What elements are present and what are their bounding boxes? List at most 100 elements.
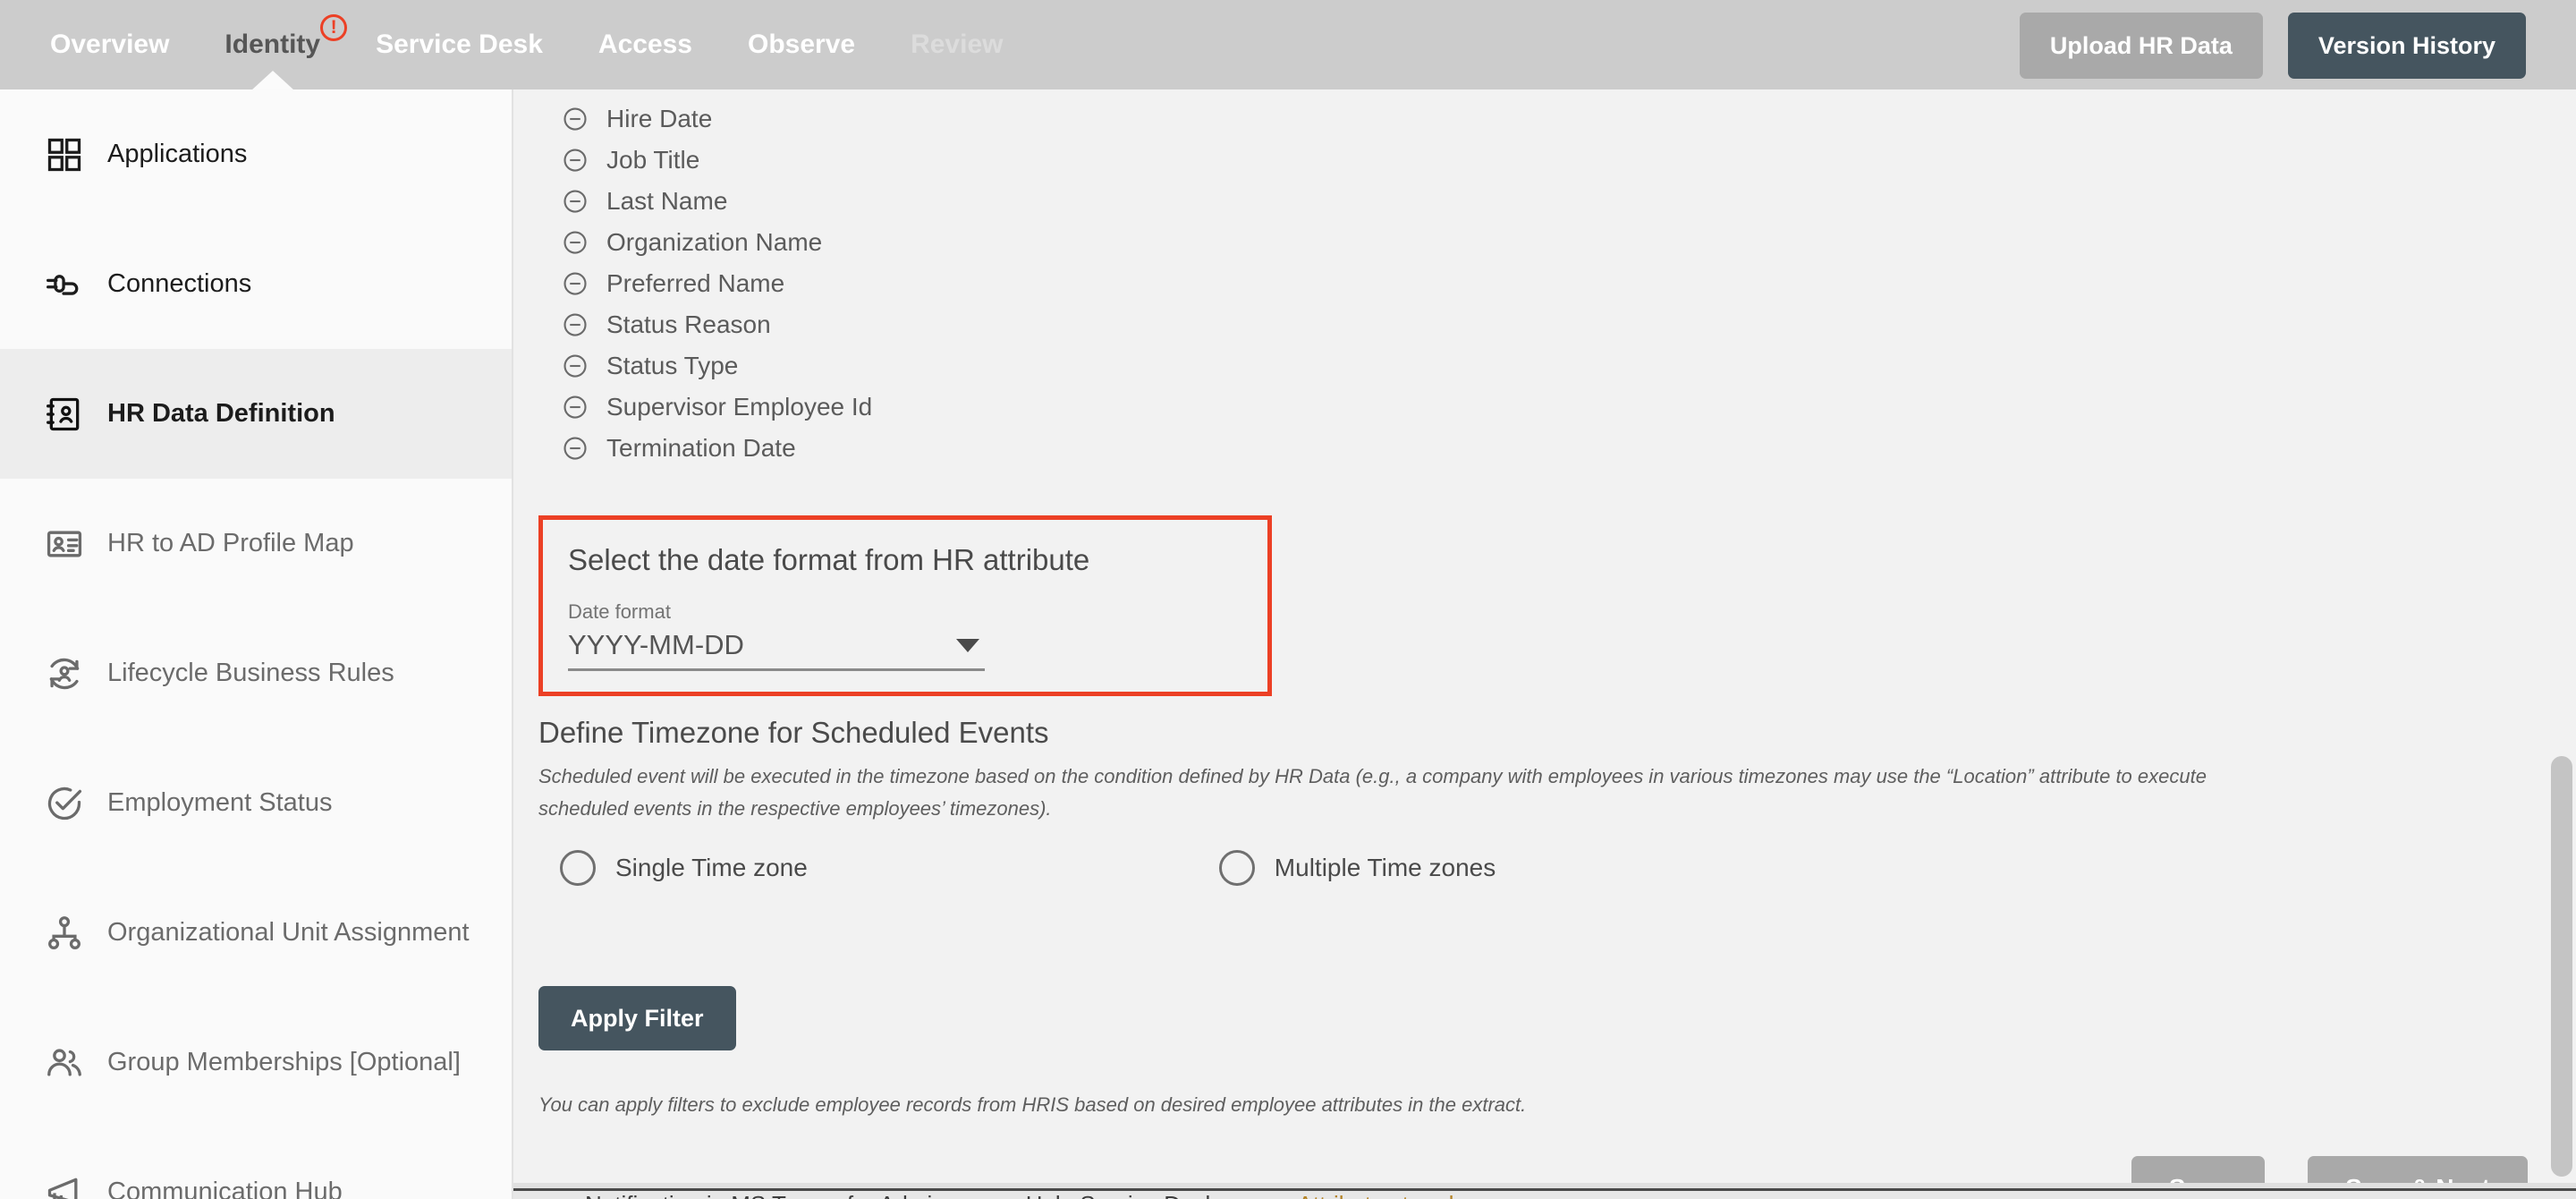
sidebar-navigation: Applications Connections HR Data Definit… <box>0 89 513 1199</box>
remove-circle-icon[interactable] <box>562 270 589 297</box>
id-card-icon <box>45 524 84 564</box>
attribute-label: Preferred Name <box>606 269 785 297</box>
remove-circle-icon[interactable] <box>562 311 589 338</box>
sidebar-item-label: HR to AD Profile Map <box>107 529 354 557</box>
plug-icon <box>45 265 84 304</box>
radio-label: Multiple Time zones <box>1274 854 1496 881</box>
table-cell-attributes: Attributes to advance sam <box>1298 1191 1567 1199</box>
sidebar-item-label: Communication Hub <box>107 1178 343 1199</box>
attribute-label: Job Title <box>606 146 700 174</box>
primary-tabs: Overview Identity ! Service Desk Access … <box>0 0 1058 90</box>
sidebar-item-lifecycle-business-rules[interactable]: Lifecycle Business Rules <box>0 608 512 738</box>
sidebar-item-employment-status[interactable]: Employment Status <box>0 738 512 868</box>
apply-filter-hint: You can apply filters to exclude employe… <box>538 1093 1527 1116</box>
chevron-down-icon[interactable] <box>956 638 979 652</box>
date-format-section-title: Select the date format from HR attribute <box>568 543 1090 576</box>
remove-circle-icon[interactable] <box>562 353 589 379</box>
date-format-selected-value: YYYY-MM-DD <box>568 629 744 660</box>
radio-single-time-zone[interactable]: Single Time zone <box>560 850 808 886</box>
sidebar-item-label: Employment Status <box>107 788 333 817</box>
sidebar-item-label: Connections <box>107 269 252 298</box>
check-circle-icon <box>45 784 84 823</box>
sidebar-item-hr-data-definition[interactable]: HR Data Definition <box>0 349 512 479</box>
main-content-panel: Hire Date Job Title Last Name Organizati… <box>513 89 2576 1199</box>
tab-overview[interactable]: Overview <box>50 0 169 89</box>
tab-identity[interactable]: Identity ! <box>225 0 348 90</box>
timezone-section-description: Scheduled event will be executed in the … <box>538 765 2207 820</box>
list-item[interactable]: Termination Date <box>562 428 872 469</box>
date-format-field: Date format YYYY-MM-DD <box>543 577 1267 671</box>
main-scrollbar-thumb[interactable] <box>2551 756 2572 1177</box>
apply-filter-button[interactable]: Apply Filter <box>538 986 736 1050</box>
attribute-label: Last Name <box>606 187 728 215</box>
tab-overview-label: Overview <box>50 30 170 59</box>
radio-icon[interactable] <box>1218 850 1255 886</box>
sidebar-item-hr-to-ad-profile-map[interactable]: HR to AD Profile Map <box>0 479 512 608</box>
org-tree-icon <box>45 914 84 953</box>
tab-observe[interactable]: Observe <box>748 0 855 89</box>
tab-review[interactable]: Review <box>911 0 1003 89</box>
attribute-label: Hire Date <box>606 105 713 132</box>
remove-circle-icon[interactable] <box>562 229 589 256</box>
sidebar-item-label: Applications <box>107 140 248 168</box>
tab-service-desk[interactable]: Service Desk <box>376 0 543 89</box>
sidebar-item-label: Organizational Unit Assignment <box>107 918 470 947</box>
attribute-label: Status Type <box>606 352 739 379</box>
sidebar-item-organizational-unit-assignment[interactable]: Organizational Unit Assignment <box>0 868 512 998</box>
radio-multiple-time-zones[interactable]: Multiple Time zones <box>1218 850 1496 886</box>
active-tab-pointer-icon <box>250 71 294 90</box>
list-item[interactable]: Job Title <box>562 140 872 181</box>
date-format-highlight-box: Select the date format from HR attribute… <box>538 515 1272 696</box>
tab-access[interactable]: Access <box>598 0 692 89</box>
sidebar-item-applications[interactable]: Applications <box>0 89 512 219</box>
timezone-section-title: Define Timezone for Scheduled Events <box>538 716 1049 749</box>
sidebar-item-connections[interactable]: Connections <box>0 219 512 349</box>
sidebar-item-group-memberships[interactable]: Group Memberships [Optional] <box>0 998 512 1127</box>
radio-icon[interactable] <box>560 850 596 886</box>
remove-circle-icon[interactable] <box>562 435 589 462</box>
topbar-actions: Upload HR Data Version History <box>2019 13 2526 79</box>
table-row: Notification in MS Teams for Admin Halo … <box>513 1188 2576 1199</box>
attribute-label: Status Reason <box>606 310 771 338</box>
remove-circle-icon[interactable] <box>562 394 589 421</box>
table-cell-notification: Notification in MS Teams for Admin <box>585 1191 945 1199</box>
remove-circle-icon[interactable] <box>562 188 589 215</box>
grid-icon <box>45 135 84 174</box>
hr-attribute-list: Hire Date Job Title Last Name Organizati… <box>562 98 872 469</box>
list-item[interactable]: Preferred Name <box>562 263 872 304</box>
date-format-select[interactable]: YYYY-MM-DD <box>568 629 985 671</box>
top-navigation-bar: Overview Identity ! Service Desk Access … <box>0 0 2576 90</box>
list-item[interactable]: Hire Date <box>562 98 872 140</box>
list-item[interactable]: Last Name <box>562 181 872 222</box>
contact-book-icon <box>45 395 84 434</box>
sidebar-item-label: Group Memberships [Optional] <box>107 1048 461 1076</box>
megaphone-icon <box>45 1173 84 1199</box>
upload-hr-data-button[interactable]: Upload HR Data <box>2019 13 2263 79</box>
version-history-button[interactable]: Version History <box>2287 13 2526 79</box>
table-cell-service-desk: Halo Service Desk <box>1026 1191 1217 1199</box>
attribute-label: Supervisor Employee Id <box>606 393 873 421</box>
background-table-peek: Notification in MS Teams for Admin Halo … <box>513 1183 2576 1199</box>
attribute-label: Organization Name <box>606 228 823 256</box>
tab-access-label: Access <box>597 30 692 59</box>
date-format-field-label: Date format <box>568 600 671 623</box>
user-cycle-icon <box>45 654 84 693</box>
sidebar-item-communication-hub[interactable]: Communication Hub <box>0 1127 512 1199</box>
list-item[interactable]: Status Reason <box>562 304 872 345</box>
remove-circle-icon[interactable] <box>562 106 589 132</box>
tab-service-desk-label: Service Desk <box>376 30 543 59</box>
list-item[interactable]: Status Type <box>562 345 872 387</box>
list-item[interactable]: Supervisor Employee Id <box>562 387 872 428</box>
app-root: Overview Identity ! Service Desk Access … <box>0 0 2576 1199</box>
tab-identity-label: Identity <box>225 30 321 59</box>
sidebar-item-label: Lifecycle Business Rules <box>107 659 394 687</box>
tab-observe-label: Observe <box>748 30 856 59</box>
users-icon <box>45 1043 84 1083</box>
attribute-label: Termination Date <box>606 434 796 462</box>
timezone-radio-group: Single Time zone Multiple Time zones <box>560 850 1496 886</box>
remove-circle-icon[interactable] <box>562 147 589 174</box>
radio-label: Single Time zone <box>615 854 808 881</box>
list-item[interactable]: Organization Name <box>562 222 872 263</box>
sidebar-item-label: HR Data Definition <box>107 399 335 428</box>
alert-badge-icon: ! <box>320 14 348 41</box>
